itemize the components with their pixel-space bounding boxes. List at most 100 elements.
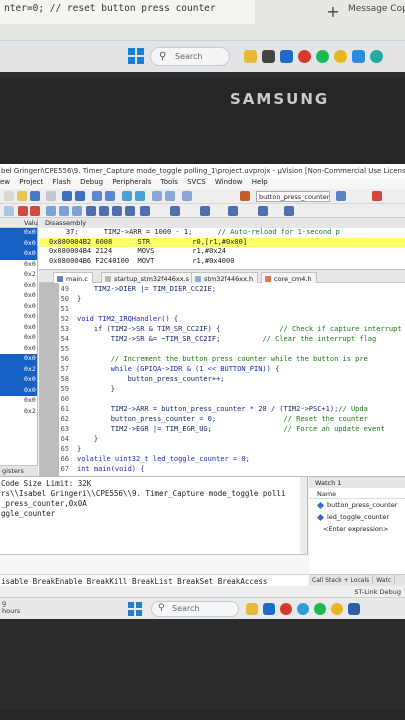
cmd-window-icon[interactable]	[86, 206, 96, 216]
code-line[interactable]: 57 while (GPIOA->IDR & (1 << BUTTON_PIN)…	[39, 365, 405, 374]
reset-icon[interactable]	[4, 206, 14, 216]
settings-icon[interactable]	[372, 191, 382, 201]
menu-tools[interactable]: Tools	[161, 178, 178, 186]
forward-icon[interactable]	[105, 191, 115, 201]
code-line[interactable]: 67 int main(void) {	[39, 465, 405, 474]
new-tab-button[interactable]: +	[322, 2, 344, 22]
windows-start-icon[interactable]	[128, 602, 142, 616]
register-row[interactable]: 0x0	[0, 354, 37, 365]
browser-icon[interactable]	[370, 50, 383, 63]
register-row[interactable]: 0x0	[0, 396, 37, 407]
tab-call-stack[interactable]: Call Stack + Locals	[309, 575, 374, 584]
indent-icon[interactable]	[152, 191, 162, 201]
code-line[interactable]: 63 TIM2->EGR |= TIM_EGR_UG; // Force an …	[39, 425, 405, 434]
menu-project[interactable]: Project	[19, 178, 43, 186]
code-editor[interactable]: 49 TIM2->DIER |= TIM_DIER_CC2IE; 50} 51 …	[39, 283, 405, 476]
tab-startup[interactable]: startup_stm32f446xx.s	[101, 272, 195, 283]
chrome-icon[interactable]	[331, 603, 343, 615]
memory-icon[interactable]	[200, 206, 210, 216]
menu-view[interactable]: ew	[0, 178, 10, 186]
code-line[interactable]: 53 if (TIM2->SR & TIM_SR_CC2IF) { // Che…	[39, 325, 405, 334]
trace-icon[interactable]	[284, 206, 294, 216]
watch-icon[interactable]	[170, 206, 180, 216]
analysis-icon[interactable]	[258, 206, 268, 216]
keil-icon[interactable]	[348, 603, 360, 615]
code-line[interactable]: 61 TIM2->ARR = button_press_counter * 20…	[39, 405, 405, 414]
register-row[interactable]: 0x0	[0, 302, 37, 313]
menu-flash[interactable]: Flash	[52, 178, 70, 186]
menu-help[interactable]: Help	[252, 178, 268, 186]
weather-widget[interactable]: g hours	[2, 599, 20, 615]
symbols-icon[interactable]	[112, 206, 122, 216]
disasm-line[interactable]: 0x080004B4 2124 MOVS r1,#0x24	[39, 247, 405, 257]
register-row[interactable]: 0x2	[0, 407, 37, 418]
command-input[interactable]	[0, 554, 308, 574]
registers-icon[interactable]	[125, 206, 135, 216]
code-line[interactable]: 65}	[39, 445, 405, 454]
register-row[interactable]: 0x0	[0, 333, 37, 344]
taskbar-search[interactable]: ⚲ Search	[150, 47, 230, 66]
tab-stm32-header[interactable]: stm32f446xx.h	[191, 272, 259, 283]
mail-icon[interactable]	[263, 603, 275, 615]
spotify-icon[interactable]	[314, 603, 326, 615]
register-row[interactable]: 0x0	[0, 375, 37, 386]
code-line[interactable]: 49 TIM2->DIER |= TIM_DIER_CC2IE;	[39, 285, 405, 294]
menu-debug[interactable]: Debug	[80, 178, 103, 186]
step-over-icon[interactable]	[59, 206, 69, 216]
menu-window[interactable]: Window	[215, 178, 243, 186]
mail-icon[interactable]	[280, 50, 293, 63]
menu-peripherals[interactable]: Peripherals	[112, 178, 151, 186]
back-icon[interactable]	[92, 191, 102, 201]
register-row[interactable]: 0x2	[0, 270, 37, 281]
tab-watch[interactable]: Watc	[373, 575, 396, 584]
code-line[interactable]: 54 TIM2->SR &= ~TIM_SR_CC2IF; // Clear t…	[39, 335, 405, 344]
outdent-icon[interactable]	[165, 191, 175, 201]
registers-tab[interactable]: gisters	[0, 465, 38, 476]
files-icon[interactable]	[244, 50, 257, 63]
register-row[interactable]: 0x0	[0, 228, 37, 239]
disasm-window-icon[interactable]	[99, 206, 109, 216]
register-row[interactable]: 0x0	[0, 260, 37, 271]
register-row[interactable]: 0x0	[0, 281, 37, 292]
app-icon[interactable]	[262, 50, 275, 63]
register-row[interactable]: 0x0	[0, 291, 37, 302]
app-red-icon[interactable]	[298, 50, 311, 63]
code-line[interactable]: 66 volatile uint32_t led_toggle_counter =…	[39, 455, 405, 464]
register-row[interactable]: 0x0	[0, 385, 37, 396]
register-row[interactable]: 0x0	[0, 344, 37, 355]
tab-main-c[interactable]: main.c	[53, 272, 93, 283]
chrome-icon[interactable]	[334, 50, 347, 63]
new-file-icon[interactable]	[4, 191, 14, 201]
tab-core-cm4[interactable]: core_cm4.h	[261, 272, 317, 283]
edge-icon[interactable]	[297, 603, 309, 615]
serial-icon[interactable]	[228, 206, 238, 216]
command-scrollbar[interactable]	[300, 477, 307, 555]
code-line[interactable]: 60	[39, 395, 405, 404]
bookmark-icon[interactable]	[122, 191, 132, 201]
register-row[interactable]: 0x0	[0, 249, 37, 260]
step-into-icon[interactable]	[46, 206, 56, 216]
code-line[interactable]: 51	[39, 305, 405, 314]
taskbar-search[interactable]: ⚲ Search	[151, 601, 239, 617]
register-row[interactable]: 0x0	[0, 238, 37, 249]
code-line[interactable]: 50}	[39, 295, 405, 304]
disasm-line[interactable]: 37: TIM2->ARR = 1000 - 1; // Auto-reload…	[39, 228, 405, 238]
menu-svcs[interactable]: SVCS	[187, 178, 206, 186]
code-line[interactable]: 62 button_press_counter = 0; // Reset th…	[39, 415, 405, 424]
bookmark-prev-icon[interactable]	[135, 191, 145, 201]
register-row[interactable]: 0x0	[0, 323, 37, 334]
watch-item[interactable]: led_toggle_counter	[309, 511, 405, 523]
app-red-icon[interactable]	[280, 603, 292, 615]
watch-item[interactable]: button_press_counter	[309, 499, 405, 511]
watch-enter-expression[interactable]: <Enter expression>	[309, 523, 405, 535]
undo-icon[interactable]	[62, 191, 72, 201]
register-row[interactable]: 0x2	[0, 364, 37, 375]
cut-icon[interactable]	[46, 191, 56, 201]
windows-start-icon[interactable]	[128, 48, 144, 64]
open-icon[interactable]	[17, 191, 27, 201]
message-input[interactable]: Message Cop	[348, 4, 405, 22]
store-icon[interactable]	[352, 50, 365, 63]
find-icon[interactable]	[240, 191, 250, 201]
comment-icon[interactable]	[182, 191, 192, 201]
code-line[interactable]: 59 }	[39, 385, 405, 394]
